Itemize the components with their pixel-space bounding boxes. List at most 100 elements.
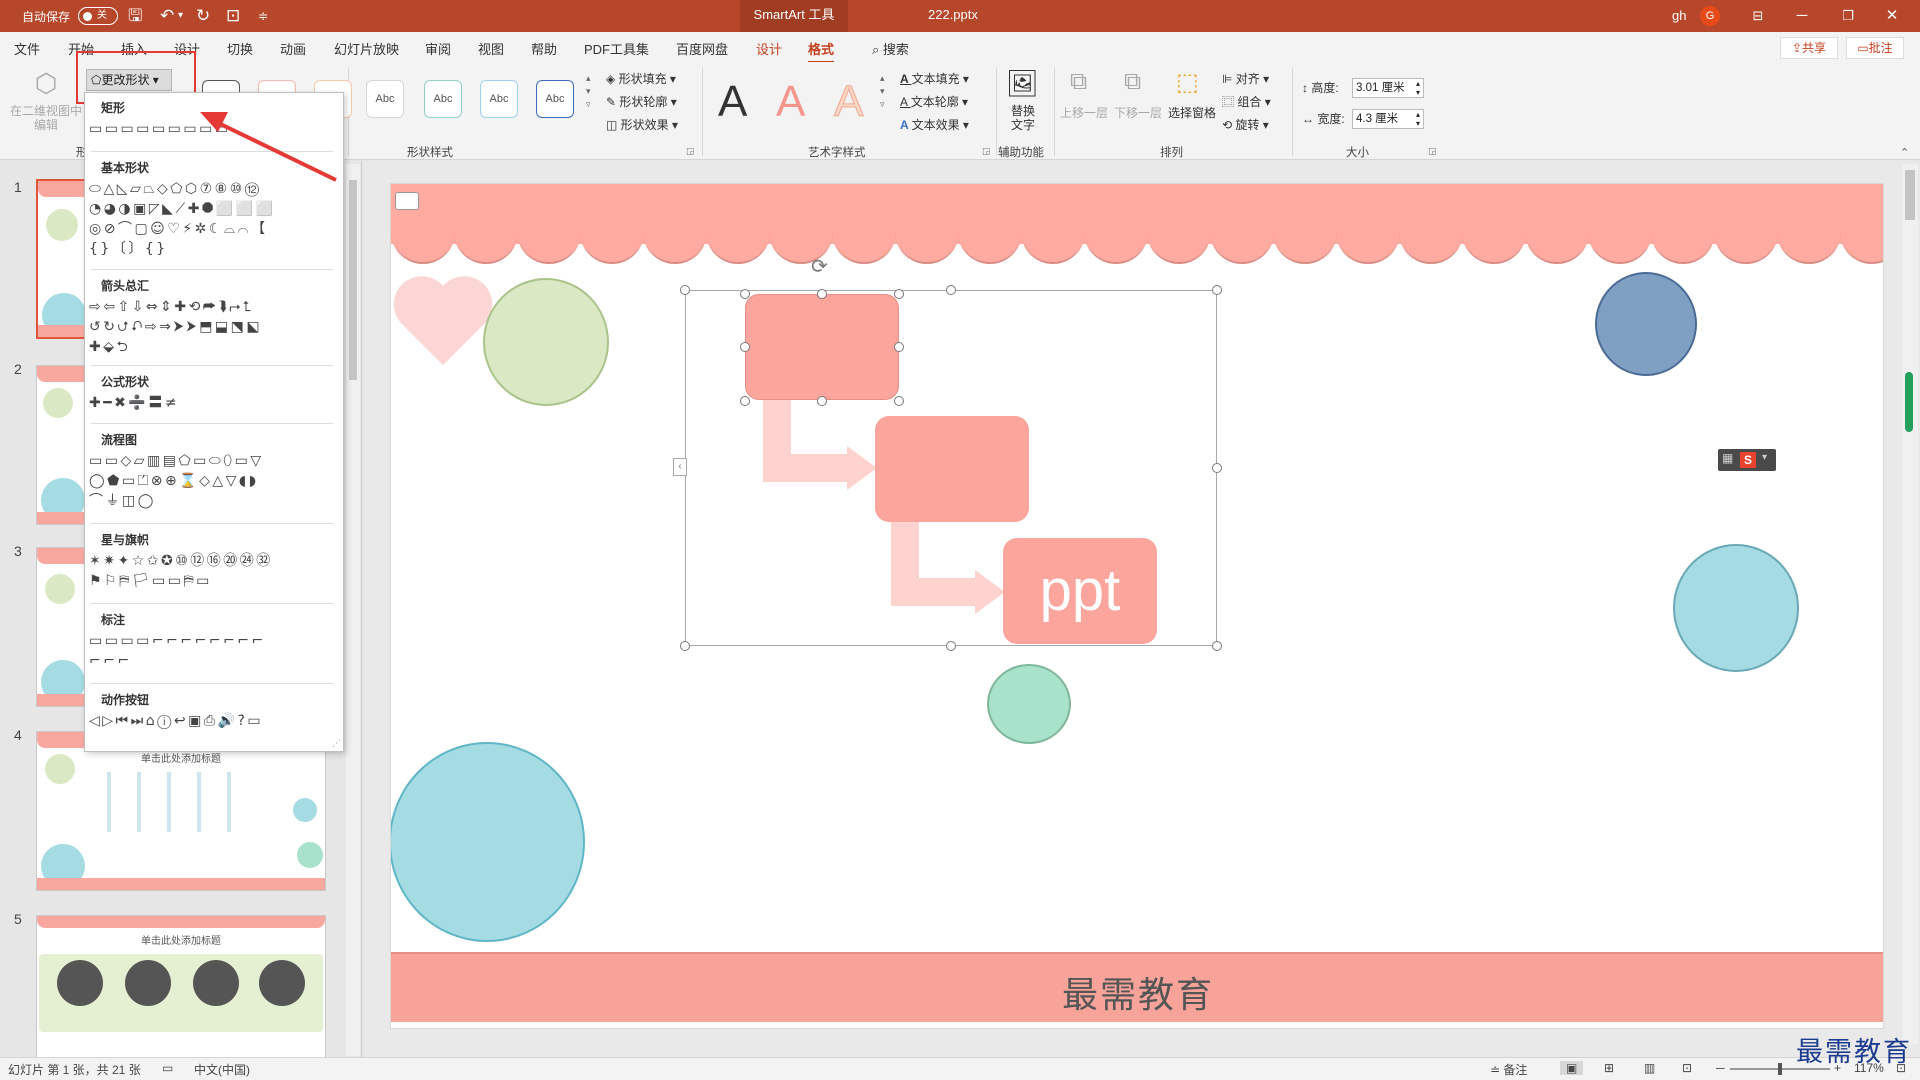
gallery-shape-row[interactable]: ◔◕◑▣◸◣⟋✚⯃⬜⬜⬜ [89, 201, 275, 217]
resize-handle[interactable] [740, 289, 750, 299]
gallery-shape-row[interactable]: ▭▭▭▭⌐⌐⌐⌐⌐⌐⌐⌐ [89, 633, 266, 649]
width-spinner-icon[interactable]: ▴ ▾ [1416, 110, 1420, 128]
resize-handle[interactable] [894, 289, 904, 299]
frame-handle[interactable] [680, 641, 690, 651]
shape-style-5[interactable]: Abc [424, 80, 462, 118]
tab-smartart-format[interactable]: 格式 [808, 39, 835, 64]
size-launcher-icon[interactable]: ◲ [1428, 146, 1437, 157]
close-icon[interactable]: ✕ [1872, 4, 1912, 28]
footer-text[interactable]: 最需教育 [391, 966, 1883, 1018]
shape-style-6[interactable]: Abc [480, 80, 518, 118]
avatar[interactable]: G [1700, 6, 1720, 26]
slide-thumbnail-4[interactable]: 单击此处添加标题 [36, 731, 326, 891]
spellcheck-icon[interactable]: ▭ [162, 1061, 173, 1075]
resize-handle[interactable] [894, 396, 904, 406]
comments-button[interactable]: ▭批注 [1846, 37, 1904, 59]
normal-view-icon[interactable]: ▣ [1560, 1061, 1584, 1075]
shape-fill-button[interactable]: ◈ 形状填充 ▾ [606, 70, 676, 87]
rotate-button[interactable]: ⟲ 旋转 ▾ [1222, 116, 1269, 133]
reading-view-icon[interactable]: ▥ [1644, 1061, 1655, 1075]
tab-baidu-disk[interactable]: 百度网盘 [676, 39, 728, 58]
slideshow-icon[interactable]: ⊡ [1682, 1061, 1692, 1075]
gallery-shape-row[interactable]: ▭▭▭▭▭▭▭▭▭ [89, 121, 231, 137]
thumbnail-scroll-thumb[interactable] [349, 180, 357, 380]
resize-handle[interactable] [894, 342, 904, 352]
gallery-shape-row[interactable]: ◁▷⏮⏭⌂ⓘ↩▣⎙🔊?▭ [89, 713, 263, 729]
gallery-shape-row[interactable]: ✚━✖➗〓≠ [89, 395, 179, 411]
selection-pane-button[interactable]: 选择窗格 [1168, 104, 1216, 121]
slide-scrollbar[interactable] [1902, 164, 1918, 1044]
tab-transitions[interactable]: 切换 [227, 39, 253, 58]
smartart-box-3[interactable]: ppt [1003, 538, 1157, 644]
shape-style-4[interactable]: Abc [366, 80, 404, 118]
shape-effects-button[interactable]: ◫ 形状效果 ▾ [606, 116, 678, 133]
gallery-shape-row[interactable]: {}〔〕{} [89, 241, 168, 257]
group-button[interactable]: ⿴ 组合 ▾ [1222, 93, 1271, 110]
gallery-scroll-icon[interactable]: ▴ ▾ ▿ [586, 72, 591, 111]
frame-handle[interactable] [946, 285, 956, 295]
gallery-shape-row[interactable]: ⌒⏚◫◯ [89, 493, 156, 509]
frame-handle[interactable] [1212, 641, 1222, 651]
resize-handle[interactable] [740, 342, 750, 352]
share-button[interactable]: ⇪共享 [1780, 37, 1838, 59]
language-indicator[interactable]: 中文(中国) [194, 1061, 250, 1078]
shape-styles-launcher-icon[interactable]: ◲ [686, 146, 695, 157]
tab-animations[interactable]: 动画 [280, 39, 306, 58]
customize-qat-icon[interactable]: ≑ [258, 6, 268, 26]
text-outline-button[interactable]: A 文本轮廓 ▾ [900, 93, 968, 110]
collapse-ribbon-icon[interactable]: ⌃ [1900, 146, 1909, 159]
tab-help[interactable]: 帮助 [531, 39, 557, 58]
slide-thumbnail-5[interactable]: 单击此处添加标题 [36, 915, 326, 1075]
frame-handle[interactable] [946, 641, 956, 651]
ribbon-display-icon[interactable]: ⊟ [1738, 4, 1778, 28]
bring-forward-button[interactable]: 上移一层 [1060, 104, 1108, 121]
tab-smartart-design[interactable]: 设计 [756, 39, 782, 58]
tab-file[interactable]: 文件 [14, 39, 40, 58]
text-effects-button[interactable]: A 文本效果 ▾ [900, 116, 969, 133]
resize-handle[interactable] [740, 396, 750, 406]
edit-in-2d-button[interactable]: 在二维视图中编辑 [8, 104, 84, 132]
gallery-shape-row[interactable]: ⚑⚐⛿🏳▭▭⛿▭ [89, 573, 212, 589]
gallery-shape-row[interactable]: ↺↻⮍⮏⇨⇒⮞⮞⬒⬓⬔⬕ [89, 319, 262, 335]
wordart-scroll-icon[interactable]: ▴ ▾ ▿ [880, 72, 885, 111]
wordart-style-black[interactable]: A [718, 78, 747, 126]
slide-sorter-icon[interactable]: ⊞ [1604, 1061, 1614, 1075]
gallery-shape-row[interactable]: ✶✷✦☆✩✪⑩⑫⑯⑳㉔㉜ [89, 553, 273, 569]
slide-scroll-thumb[interactable] [1905, 170, 1915, 220]
shape-outline-button[interactable]: ✎ 形状轮廓 ▾ [606, 93, 677, 110]
gallery-shape-row[interactable]: ✚⬙⮌ [89, 339, 130, 355]
gallery-shape-row[interactable]: ▭▭◇▱▥▤⬠▭⬭⬯▭▽ [89, 453, 264, 469]
text-fill-button[interactable]: A 文本填充 ▾ [900, 70, 969, 87]
user-name[interactable]: gh [1672, 8, 1686, 23]
gallery-shape-row[interactable]: ⇨⇦⇧⇩⇔⇕✚⟲⮫⮯⮣⮤ [89, 299, 254, 315]
zoom-out-icon[interactable]: ─ [1716, 1061, 1725, 1075]
resize-handle[interactable] [817, 289, 827, 299]
frame-handle[interactable] [1212, 463, 1222, 473]
send-backward-button[interactable]: 下移一层 [1114, 104, 1162, 121]
width-input[interactable]: 4.3 厘米 ▴ ▾ [1352, 109, 1424, 129]
height-spinner-icon[interactable]: ▴ ▾ [1416, 79, 1420, 97]
tab-insert[interactable]: 插入 [121, 39, 147, 58]
alt-text-button[interactable]: 替换文字 [1008, 104, 1038, 132]
undo-icon[interactable]: ↶ [160, 6, 174, 26]
undo-dropdown-icon[interactable]: ▾ [178, 6, 183, 26]
tab-design[interactable]: 设计 [174, 39, 200, 58]
wordart-style-outline[interactable]: A [833, 77, 863, 126]
tab-home[interactable]: 开始 [68, 39, 94, 58]
wordart-launcher-icon[interactable]: ◲ [982, 146, 991, 157]
gallery-shape-row[interactable]: ⌐⌐⌐ [89, 653, 132, 669]
restore-icon[interactable]: ❐ [1828, 4, 1868, 28]
smartart-box-3-text[interactable]: ppt [1003, 538, 1157, 644]
search-box[interactable]: ⌕ 搜索 [872, 39, 909, 58]
frame-handle[interactable] [680, 285, 690, 295]
gallery-shape-row[interactable]: ⬭△◺▱⏢◇⬠⬡⑦⑧⑩⑫ [89, 181, 262, 197]
tab-slideshow[interactable]: 幻灯片放映 [334, 39, 399, 58]
ime-toolbar[interactable]: ▦ S ▾ [1718, 449, 1776, 471]
present-icon[interactable]: ⊡ [226, 6, 240, 26]
resize-handle[interactable] [817, 396, 827, 406]
minimize-icon[interactable]: ─ [1782, 4, 1822, 28]
redo-icon[interactable]: ↻ [196, 6, 210, 26]
comment-marker-icon[interactable] [395, 192, 419, 210]
gallery-shape-row[interactable]: ◎⊘⌒▢☺♡⚡✲☾⌓⌒【 [89, 221, 268, 237]
tab-review[interactable]: 审阅 [425, 39, 451, 58]
